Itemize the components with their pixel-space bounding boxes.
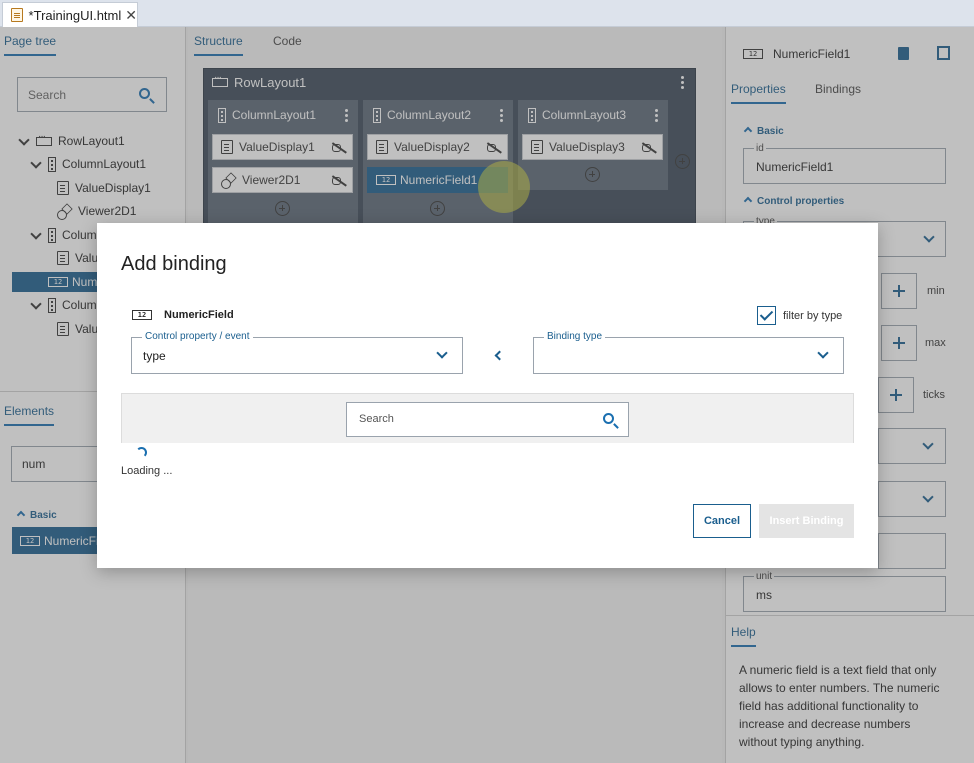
insert-binding-button[interactable]: Insert Binding <box>759 504 854 538</box>
control-name-label: NumericField <box>164 309 234 321</box>
binding-search-input[interactable]: Search <box>346 402 629 437</box>
filter-by-type-label: filter by type <box>783 310 843 322</box>
chevron-down-icon <box>817 347 829 359</box>
control-property-dropdown[interactable]: Control property / event type <box>131 331 463 374</box>
filter-by-type-checkbox[interactable] <box>757 306 776 325</box>
editor-tab-bar: *TrainingUI.html ✕ <box>0 0 974 27</box>
binding-type-dropdown[interactable]: Binding type <box>533 331 844 374</box>
file-html-icon <box>11 8 23 22</box>
file-tab-title: *TrainingUI.html <box>28 7 122 23</box>
loading-text: Loading ... <box>121 465 173 477</box>
dropdown-label: Binding type <box>544 331 606 342</box>
arrow-left-icon[interactable] <box>494 350 505 361</box>
cancel-button[interactable]: Cancel <box>693 504 751 538</box>
dropdown-label: Control property / event <box>142 331 253 342</box>
numeric-field-icon: 12 <box>132 310 152 320</box>
search-icon[interactable] <box>603 413 614 424</box>
close-icon[interactable]: ✕ <box>125 7 137 24</box>
search-placeholder: Search <box>359 413 394 425</box>
control-name: 12 NumericField <box>132 309 234 321</box>
chevron-down-icon <box>436 347 448 359</box>
dropdown-value: type <box>143 349 166 363</box>
file-tab[interactable]: *TrainingUI.html ✕ <box>2 2 138 27</box>
spinner-icon <box>136 447 147 458</box>
dialog-title: Add binding <box>121 253 227 275</box>
add-binding-dialog: Add binding 12 NumericField filter by ty… <box>97 223 878 568</box>
